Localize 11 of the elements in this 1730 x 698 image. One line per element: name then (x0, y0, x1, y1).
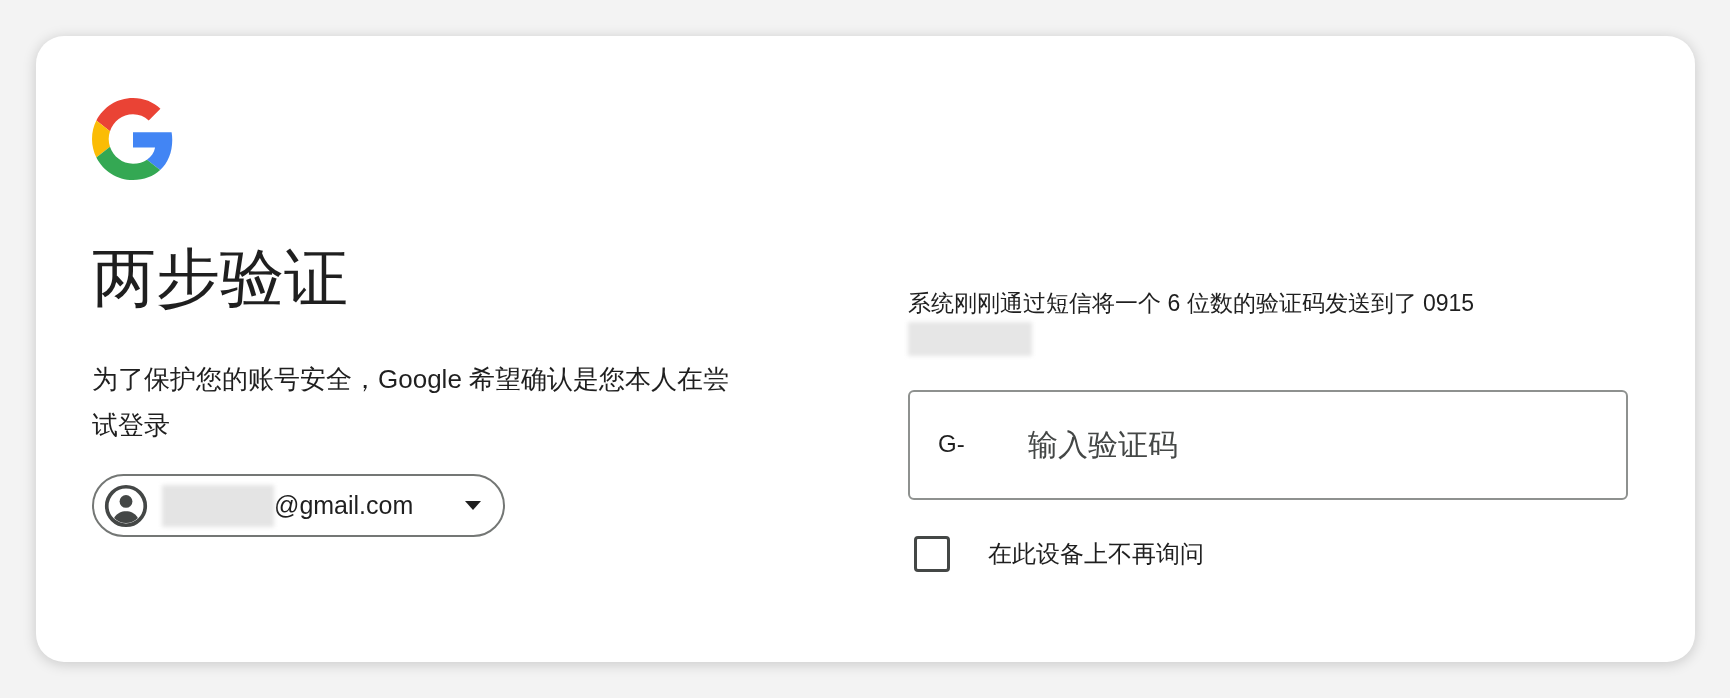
checkbox-label: 在此设备上不再询问 (988, 539, 1204, 569)
dropdown-caret-icon (465, 500, 481, 511)
subtitle-text: 为了保护您的账号安全，Google 希望确认是您本人在尝试登录 (92, 363, 731, 442)
google-logo-icon (92, 98, 174, 180)
sms-message: 系统刚刚通过短信将一个 6 位数的验证码发送到了 0915 (908, 289, 1475, 318)
checkbox[interactable] (914, 536, 950, 572)
account-email: @gmail.com (274, 489, 414, 521)
account-chip[interactable]: @gmail.com (92, 474, 505, 537)
page-title: 两步验证 (92, 241, 348, 316)
code-prefix: G- (938, 429, 965, 459)
account-icon (104, 483, 148, 528)
